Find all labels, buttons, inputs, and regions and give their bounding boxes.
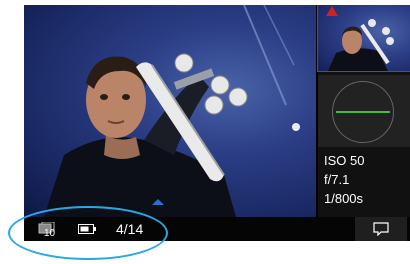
thumbnail-preview[interactable]	[317, 5, 410, 72]
iso-value: ISO 50	[324, 153, 365, 168]
highlight-annotation	[8, 206, 168, 260]
warning-icon	[326, 6, 338, 16]
info-panel: ISO 50 f/7.1 1/800s	[317, 5, 410, 217]
level-indicator	[318, 75, 410, 147]
exif-info: ISO 50 f/7.1 1/800s	[324, 151, 364, 208]
comment-icon	[373, 222, 389, 236]
aperture-value: f/7.1	[324, 172, 350, 187]
level-line	[336, 111, 390, 113]
skateboarder-photo	[44, 5, 300, 217]
main-photo-preview[interactable]	[24, 5, 316, 217]
comment-button[interactable]	[355, 217, 407, 241]
shutter-speed-value: 1/800s	[324, 191, 364, 206]
